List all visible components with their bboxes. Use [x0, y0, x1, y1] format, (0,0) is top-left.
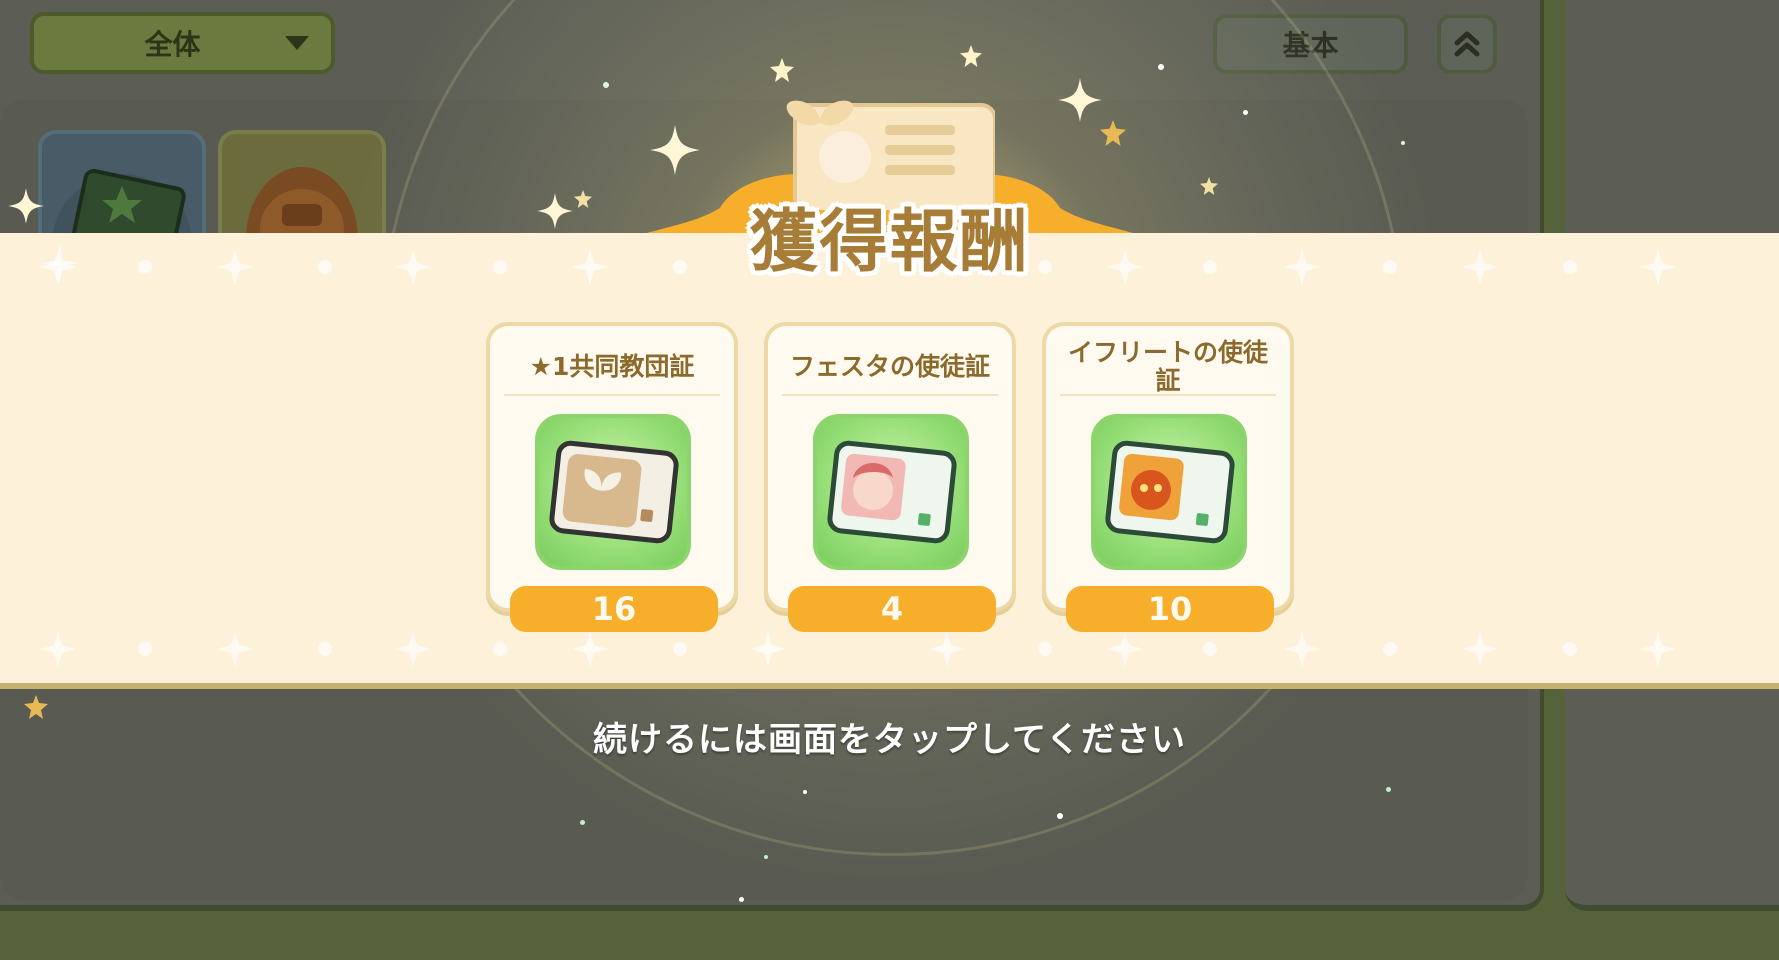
star-icon: [960, 45, 982, 67]
reward-quantity-badge: 10: [1066, 586, 1274, 632]
reward-item-icon-frame: [813, 414, 969, 570]
sparkle-dot: [1401, 141, 1405, 145]
reward-item-icon-frame: [535, 414, 691, 570]
reward-quantity-badge: 4: [788, 586, 996, 632]
filter-dropdown-label: 全体: [144, 28, 201, 61]
sparkle-dot: [1158, 64, 1164, 70]
reward-card[interactable]: ★1共同教団証 16: [486, 322, 738, 632]
sparkle-dot: [764, 855, 768, 859]
card-divider: [1060, 394, 1276, 396]
star-icon: [1100, 120, 1126, 146]
reward-quantity-badge: 16: [510, 586, 718, 632]
reward-card[interactable]: イフリートの使徒証 10: [1042, 322, 1294, 632]
sparkle-dot: [580, 820, 585, 825]
sparkle-dot: [1057, 813, 1063, 819]
reward-item-name: フェスタの使徒証: [789, 352, 990, 381]
collapse-button[interactable]: [1437, 14, 1497, 74]
reward-card[interactable]: フェスタの使徒証 4: [764, 322, 1016, 632]
star-icon: [770, 58, 794, 82]
sort-button[interactable]: 基本: [1213, 14, 1408, 74]
chevron-down-icon: [285, 36, 309, 50]
reward-item-icon-frame: [1091, 414, 1247, 570]
reward-item-name: ★1共同教団証: [529, 352, 695, 381]
filter-dropdown[interactable]: 全体: [30, 12, 335, 74]
double-chevron-up-icon: [1454, 31, 1480, 57]
reward-item-name: イフリートの使徒証: [1067, 338, 1268, 395]
sparkle-dot: [739, 897, 744, 902]
card-divider: [504, 394, 720, 396]
card-divider: [782, 394, 998, 396]
sort-button-label: 基本: [1282, 29, 1339, 62]
sparkle-dot: [1386, 787, 1391, 792]
sparkle-icon: [1058, 78, 1102, 122]
reward-popup-title: 獲得報酬: [749, 203, 1030, 282]
sparkle-dot: [1243, 110, 1248, 115]
festa-apostle-card-icon: [827, 440, 957, 544]
sparkle-dot: [603, 82, 609, 88]
sparkle-dot: [803, 790, 807, 794]
sprout-card-icon: [549, 440, 679, 544]
ifrit-apostle-card-icon: [1105, 440, 1235, 544]
tap-to-continue-hint[interactable]: 続けるには画面をタップしてください: [0, 712, 1779, 761]
